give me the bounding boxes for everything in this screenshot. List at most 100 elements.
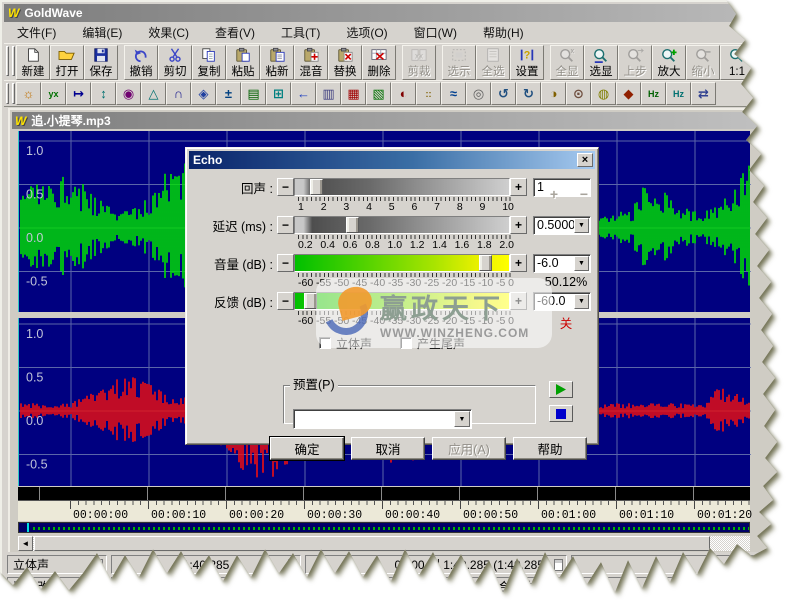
effect-button-level[interactable]: ◑ <box>541 82 566 105</box>
effect-button-matrix-green[interactable]: ▧ <box>366 82 391 105</box>
effect-button-split[interactable]: ◆ <box>616 82 641 105</box>
toolbar-button-undo[interactable]: 撤销 <box>124 45 158 80</box>
effect-button-offset[interactable]: ↦ <box>66 82 91 105</box>
slider-track[interactable] <box>294 292 510 310</box>
effect-button-knob[interactable]: ◎ <box>466 82 491 105</box>
stop-button[interactable] <box>549 405 573 422</box>
scroll-left-button[interactable]: ◄ <box>18 536 33 551</box>
slider-decrement-button[interactable]: − <box>277 254 294 272</box>
slider-thumb[interactable] <box>309 179 323 195</box>
slider-value-field[interactable]: -6.0 ▼ <box>533 253 591 273</box>
menu-item-5[interactable]: 选项(O) <box>333 21 400 44</box>
slider-increment-button[interactable]: + <box>510 254 527 272</box>
effect-button-stereo[interactable]: ◐ <box>391 82 416 105</box>
slider-track[interactable] <box>294 254 510 272</box>
slider-decrement-button[interactable]: − <box>277 178 294 196</box>
effect-button-fit-width[interactable]: ⊞ <box>266 82 291 105</box>
panel-menu-icon[interactable] <box>288 559 297 571</box>
menu-item-3[interactable]: 查看(V) <box>202 21 268 44</box>
help-button[interactable]: 帮助 <box>513 437 587 460</box>
chevron-down-icon[interactable]: ▼ <box>574 255 589 271</box>
toolbar-grip[interactable] <box>12 46 15 76</box>
effect-button-expression[interactable]: yx <box>41 82 66 105</box>
toolbar-button-open-folder[interactable]: 打开 <box>50 45 84 80</box>
cancel-button[interactable]: 取消 <box>351 437 425 460</box>
effect-button-dotline[interactable]: ◍ <box>591 82 616 105</box>
toolbar-button-replace[interactable]: 替换 <box>328 45 362 80</box>
menu-item-6[interactable]: 窗口(W) <box>401 21 470 44</box>
toolbar-button-cut[interactable]: 剪切 <box>158 45 192 80</box>
effect-button-hz-line[interactable]: Hz <box>666 82 691 105</box>
effect-button-reverse[interactable]: ∩ <box>166 82 191 105</box>
horizontal-scrollbar[interactable]: ◄ <box>18 536 750 551</box>
slider-thumb[interactable] <box>479 255 493 271</box>
app-titlebar[interactable]: W GoldWave <box>4 4 777 22</box>
slider-decrement-button[interactable]: − <box>277 292 294 310</box>
panel-menu-icon[interactable] <box>554 559 563 571</box>
checkbox-stereo[interactable]: 立体声 <box>318 335 372 351</box>
apply-button[interactable]: 应用(A) <box>432 437 506 460</box>
toolbar-grip[interactable] <box>6 46 9 76</box>
toolbar-button-paste[interactable]: 粘贴 <box>226 45 260 80</box>
checkbox-box[interactable] <box>318 337 331 349</box>
chevron-down-icon[interactable]: ▼ <box>574 217 589 233</box>
toolbar-button-selection-view[interactable]: 选显 <box>584 45 618 80</box>
effect-button-mechanize[interactable]: ◈ <box>191 82 216 105</box>
effect-button-wave[interactable]: ≈ <box>441 82 466 105</box>
toolbar-grip[interactable] <box>6 83 9 104</box>
preset-remove-button[interactable]: − <box>574 185 594 202</box>
effect-button-dots[interactable]: :: <box>416 82 441 105</box>
toolbar-button-paste-new[interactable]: 粘新 <box>260 45 294 80</box>
toolbar-button-zoom-out[interactable]: 缩小 <box>686 45 720 80</box>
close-icon[interactable]: × <box>577 153 593 167</box>
effect-button-loop-left[interactable]: ↺ <box>491 82 516 105</box>
effect-button-back[interactable]: ← <box>291 82 316 105</box>
effect-button-doppler[interactable]: ☼ <box>16 82 41 105</box>
toolbar-button-presets-funnel[interactable]: 提 <box>760 45 777 80</box>
toolbar-grip[interactable] <box>12 83 15 104</box>
toolbar-button-settings[interactable]: ? 设置 <box>510 45 544 80</box>
slider-decrement-button[interactable]: − <box>277 216 294 234</box>
effect-button-loop-right[interactable]: ↻ <box>516 82 541 105</box>
play-button[interactable] <box>549 381 573 398</box>
slider-track[interactable] <box>294 178 510 196</box>
effect-button-shuffle[interactable]: ⇄ <box>691 82 716 105</box>
menu-item-7[interactable]: 帮助(H) <box>470 21 537 44</box>
toolbar-button-select-all[interactable]: 全选 <box>476 45 510 80</box>
effect-button-pan[interactable]: ↕ <box>91 82 116 105</box>
effect-button-hz-play[interactable]: Hz <box>641 82 666 105</box>
slider-increment-button[interactable]: + <box>510 178 527 196</box>
toolbar-button-trim[interactable]: xx 剪裁 <box>402 45 436 80</box>
toolbar-button-copy[interactable]: 复制 <box>192 45 226 80</box>
toolbar-button-delete[interactable]: 删除 <box>362 45 396 80</box>
menu-item-0[interactable]: 文件(F) <box>4 21 69 44</box>
document-titlebar[interactable]: W 追.小提琴.mp3 <box>12 112 777 129</box>
toolbar-button-previous-zoom[interactable]: 上步 <box>618 45 652 80</box>
dialog-titlebar[interactable]: Echo × <box>189 151 595 169</box>
chevron-down-icon[interactable]: ▼ <box>454 411 470 427</box>
slider-value-field[interactable]: -60.0 ▼ <box>533 291 591 311</box>
scrollbar-thumb[interactable] <box>34 536 710 551</box>
ok-button[interactable]: 确定 <box>269 436 345 461</box>
preset-add-button[interactable]: + <box>544 185 564 202</box>
toolbar-button-save[interactable]: 保存 <box>84 45 118 80</box>
slider-track[interactable] <box>294 216 510 234</box>
menu-item-4[interactable]: 工具(T) <box>268 21 333 44</box>
checkbox-generate-tail[interactable]: 产生尾声 <box>400 335 465 351</box>
menu-item-2[interactable]: 效果(C) <box>135 21 202 44</box>
toolbar-button-zoom-in[interactable]: 放大 <box>652 45 686 80</box>
effect-button-invert[interactable]: △ <box>141 82 166 105</box>
toolbar-button-show-all[interactable]: x 全显 <box>550 45 584 80</box>
effect-button-matrix-red[interactable]: ▦ <box>341 82 366 105</box>
toolbar-button-mix[interactable]: 混音 <box>294 45 328 80</box>
overview-strip[interactable] <box>18 522 750 533</box>
effect-button-parametric-eq[interactable]: ▤ <box>241 82 266 105</box>
slider-value-field[interactable]: 0.5000 ▼ <box>533 215 591 235</box>
toolbar-button-new-file[interactable]: 新建 <box>16 45 50 80</box>
slider-increment-button[interactable]: + <box>510 292 527 310</box>
chevron-down-icon[interactable]: ▼ <box>574 293 589 309</box>
slider-increment-button[interactable]: + <box>510 216 527 234</box>
toolbar-button-show-selection[interactable]: 选示 <box>442 45 476 80</box>
panel-menu-icon[interactable] <box>94 559 103 571</box>
slider-thumb[interactable] <box>303 293 317 309</box>
